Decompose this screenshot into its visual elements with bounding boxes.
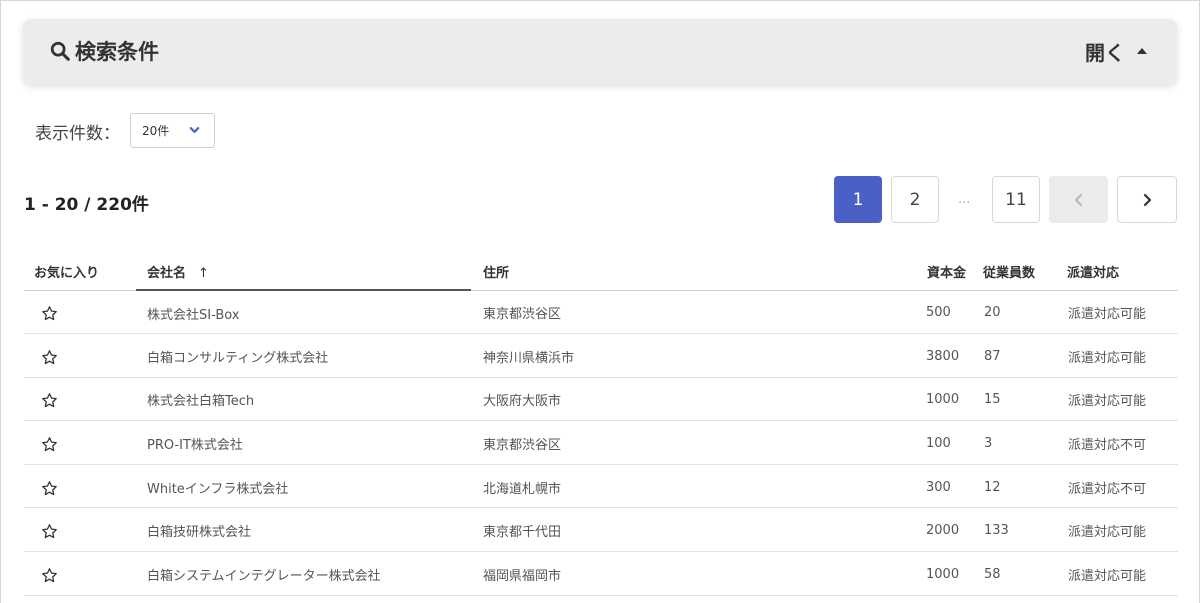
address-cell: 東京都千代田 — [471, 507, 914, 553]
dispatch-cell: 派遣対応可能 — [1064, 377, 1178, 422]
star-outline-icon[interactable] — [41, 305, 58, 322]
page-button-2[interactable]: 2 — [891, 176, 939, 223]
address-cell: 大阪府大阪市 — [471, 377, 914, 422]
company-table: お気に入り 会社名 ↑ 住所 資本金 従業員数 派遣対応 株式会社SI-Box 東京… — [24, 252, 1178, 596]
dispatch-cell: 派遣対応可能 — [1064, 333, 1178, 378]
star-outline-icon[interactable] — [41, 436, 58, 453]
address-cell: 神奈川県横浜市 — [471, 333, 914, 378]
dispatch-cell: 派遣対応可能 — [1064, 551, 1178, 596]
company-name-cell[interactable]: 白箱システムインテグレーター株式会社 — [136, 551, 471, 596]
next-page-button[interactable] — [1117, 176, 1177, 223]
header-dispatch[interactable]: 派遣対応 — [1064, 252, 1178, 291]
favorite-cell — [24, 507, 136, 553]
company-name-cell[interactable]: Whiteインフラ株式会社 — [136, 464, 471, 509]
company-name-cell[interactable]: 株式会社SI-Box — [136, 290, 471, 335]
star-outline-icon[interactable] — [41, 392, 58, 409]
employees-cell: 58 — [982, 551, 1064, 596]
favorite-cell — [24, 290, 136, 335]
company-name-cell[interactable]: 白箱技研株式会社 — [136, 507, 471, 553]
favorite-cell — [24, 420, 136, 465]
caret-up-icon — [1137, 48, 1147, 54]
company-name-cell[interactable]: 白箱コンサルティング株式会社 — [136, 333, 471, 378]
star-outline-icon[interactable] — [41, 523, 58, 540]
star-outline-icon[interactable] — [41, 567, 58, 584]
employees-cell: 12 — [982, 464, 1064, 509]
table-row[interactable]: PRO-IT株式会社 東京都渋谷区 100 3 派遣対応不可 — [24, 420, 1178, 465]
address-cell: 東京都渋谷区 — [471, 290, 914, 335]
capital-cell: 3800 — [914, 333, 982, 378]
employees-cell: 15 — [982, 377, 1064, 422]
star-outline-icon[interactable] — [41, 480, 58, 497]
table-row[interactable]: 株式会社SI-Box 東京都渋谷区 500 20 派遣対応可能 — [24, 290, 1178, 335]
search-panel: 検索条件 開く — [23, 19, 1177, 84]
header-address[interactable]: 住所 — [471, 252, 914, 291]
per-page-label: 表示件数： — [35, 124, 120, 144]
table-row[interactable]: Whiteインフラ株式会社 北海道札幌市 300 12 派遣対応不可 — [24, 464, 1178, 509]
sort-ascending-icon: ↑ — [198, 266, 209, 281]
per-page-select[interactable]: 20件 — [130, 113, 215, 148]
favorite-cell — [24, 551, 136, 596]
favorite-cell — [24, 333, 136, 378]
page-button-1[interactable]: 1 — [834, 176, 882, 223]
table-header-row: お気に入り 会社名 ↑ 住所 資本金 従業員数 派遣対応 — [24, 252, 1178, 291]
header-capital[interactable]: 資本金 — [914, 252, 982, 291]
capital-cell: 1000 — [914, 551, 982, 596]
search-toggle-label: 開く — [1085, 40, 1125, 65]
favorite-cell — [24, 464, 136, 509]
address-cell: 福岡県福岡市 — [471, 551, 914, 596]
search-title-text: 検索条件 — [75, 40, 159, 64]
chevron-left-icon — [1074, 193, 1082, 206]
table-row[interactable]: 白箱システムインテグレーター株式会社 福岡県福岡市 1000 58 派遣対応可能 — [24, 551, 1178, 596]
capital-cell: 1000 — [914, 377, 982, 422]
header-company-name[interactable]: 会社名 ↑ — [136, 252, 471, 291]
dispatch-cell: 派遣対応可能 — [1064, 290, 1178, 335]
table-row[interactable]: 白箱コンサルティング株式会社 神奈川県横浜市 3800 87 派遣対応可能 — [24, 333, 1178, 378]
chevron-down-icon — [189, 127, 200, 133]
company-name-cell[interactable]: PRO-IT株式会社 — [136, 420, 471, 465]
search-icon — [50, 41, 70, 61]
star-outline-icon[interactable] — [41, 349, 58, 366]
header-employees[interactable]: 従業員数 — [982, 252, 1064, 291]
capital-cell: 2000 — [914, 507, 982, 553]
pagination-ellipsis: ... — [958, 192, 971, 207]
capital-cell: 300 — [914, 464, 982, 509]
chevron-right-icon — [1143, 193, 1152, 206]
capital-cell: 500 — [914, 290, 982, 335]
dispatch-cell: 派遣対応不可 — [1064, 420, 1178, 465]
table-row[interactable]: 白箱技研株式会社 東京都千代田 2000 133 派遣対応可能 — [24, 507, 1178, 553]
search-panel-title: 検索条件 — [49, 38, 159, 64]
capital-cell: 100 — [914, 420, 982, 465]
employees-cell: 133 — [982, 507, 1064, 553]
company-name-cell[interactable]: 株式会社白箱Tech — [136, 377, 471, 422]
employees-cell: 3 — [982, 420, 1064, 465]
per-page-value: 20件 — [142, 124, 170, 138]
result-count: 1 - 20 / 220件 — [24, 195, 149, 215]
header-favorite: お気に入り — [24, 252, 136, 291]
dispatch-cell: 派遣対応可能 — [1064, 507, 1178, 553]
dispatch-cell: 派遣対応不可 — [1064, 464, 1178, 509]
prev-page-button[interactable] — [1049, 176, 1108, 223]
address-cell: 北海道札幌市 — [471, 464, 914, 509]
table-row[interactable]: 株式会社白箱Tech 大阪府大阪市 1000 15 派遣対応可能 — [24, 377, 1178, 422]
employees-cell: 20 — [982, 290, 1064, 335]
search-toggle-button[interactable]: 開く — [1085, 38, 1147, 65]
employees-cell: 87 — [982, 333, 1064, 378]
header-company-label: 会社名 — [147, 266, 187, 281]
page-button-11[interactable]: 11 — [992, 176, 1040, 223]
favorite-cell — [24, 377, 136, 422]
address-cell: 東京都渋谷区 — [471, 420, 914, 465]
